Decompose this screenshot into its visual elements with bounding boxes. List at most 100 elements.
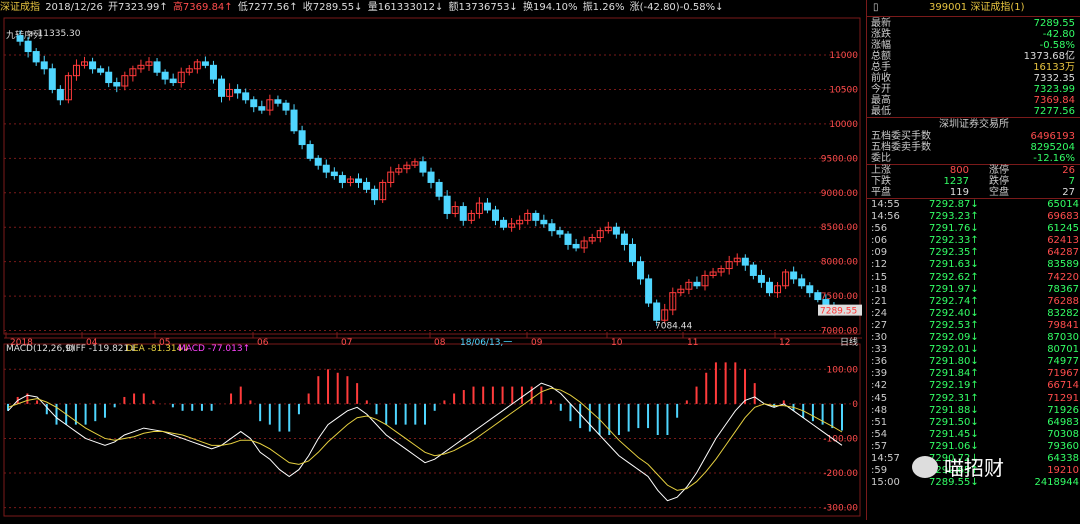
candle-body [419, 161, 427, 173]
tick-time: :36 [871, 356, 888, 368]
tick-time: :12 [871, 259, 888, 271]
quote-row: 涨跌 -42.80 [867, 29, 1080, 40]
header-low: 低7277.56↑ [237, 2, 298, 13]
price-tick-label: 10000 [829, 120, 858, 130]
breadth-label: 上涨 [871, 165, 891, 176]
tick-volume: 80701 [1047, 344, 1079, 356]
candle-body [548, 223, 556, 232]
candle-body [242, 92, 250, 101]
breadth-limit-count: 27 [1062, 187, 1075, 198]
candle-body [201, 61, 209, 66]
tick-time: :56 [871, 223, 888, 235]
tick-time: 14:57 [871, 452, 900, 464]
header-high: 高7369.84↑ [172, 2, 233, 13]
order-rows: 五档委买手数 6496193 五档委卖手数 8295204 委比 -12.16% [867, 131, 1080, 164]
header-turnover: 换194.10% [523, 2, 578, 13]
breadth-limit-label: 跌停 [989, 176, 1009, 187]
quote-row-value: 1373.68亿 [1023, 51, 1075, 62]
tick-row: :12 7291.63↓ 83589 [867, 259, 1080, 271]
candle-body [105, 71, 113, 84]
candle-body [612, 226, 620, 235]
tick-price: 7291.50↓ [929, 416, 979, 428]
candle-body [628, 243, 636, 263]
candle-body [645, 278, 653, 304]
tick-price: 7291.63↓ [929, 259, 979, 271]
tick-price: 7292.74↑ [929, 295, 979, 307]
candle-body [500, 219, 508, 228]
candle-body [540, 219, 548, 225]
candle-body [637, 261, 645, 280]
header-change: 涨(-42.80)-0.58%↓ [629, 2, 724, 13]
tick-volume: 61245 [1047, 223, 1079, 235]
panel-icon[interactable]: ▯ [873, 0, 879, 16]
candle-body [653, 302, 661, 321]
price-tick-label: 9000.00 [821, 189, 858, 199]
candle-body [40, 61, 48, 70]
price-tick-label: 11000 [829, 51, 858, 61]
candle-body [16, 35, 24, 42]
tick-volume: 71291 [1047, 392, 1079, 404]
quote-row-label: 总手 [871, 62, 891, 73]
candle-body [693, 281, 701, 287]
candle-body [274, 99, 282, 104]
tick-row: :09 7292.35↑ 64287 [867, 247, 1080, 259]
header-date: 2018/12/26 [45, 2, 103, 13]
breadth-limit-label: 空盘 [989, 187, 1009, 198]
candle-body [322, 164, 330, 173]
tick-row: :39 7291.84↑ 71967 [867, 368, 1080, 380]
breadth-row: 上涨 800 涨停 26 [867, 165, 1080, 176]
candle-body [161, 71, 169, 80]
tick-volume: 78367 [1047, 283, 1079, 295]
candle-body [798, 278, 806, 287]
tick-row: :33 7292.01↓ 80701 [867, 344, 1080, 356]
candle-body [97, 68, 105, 73]
tick-time: :33 [871, 344, 888, 356]
tick-price: 7292.35↑ [929, 247, 979, 259]
tick-time: :21 [871, 295, 888, 307]
quote-row-value: -0.58% [1039, 40, 1075, 51]
high-annotation: ←11335.30 [30, 29, 81, 39]
candle-body [741, 257, 749, 266]
candle-body [24, 40, 32, 53]
tick-price: 7292.09↓ [929, 332, 979, 344]
candle-body [306, 144, 314, 159]
tick-price: 7291.76↓ [929, 223, 979, 235]
tick-price: 7291.97↓ [929, 283, 979, 295]
price-tick-label: 7000.00 [821, 327, 858, 337]
breadth-label: 下跌 [871, 176, 891, 187]
chart-area[interactable]: 11000 10500 10000 9500.00 9000.00 8500.00 8000… [0, 16, 864, 520]
tick-time: :54 [871, 428, 888, 440]
tick-time: 15:00 [871, 477, 900, 489]
date-tick-label: 10 [611, 338, 623, 348]
tick-volume: 69683 [1047, 211, 1079, 223]
order-row-value: 8295204 [1030, 142, 1075, 153]
tick-time: 14:56 [871, 211, 900, 223]
low-annotation: 7084.44 [655, 322, 692, 332]
candle-body [234, 88, 242, 94]
order-row-value: -12.16% [1033, 153, 1075, 164]
tick-volume: 66714 [1047, 380, 1079, 392]
candle-body [290, 109, 298, 132]
quote-row-value: -42.80 [1042, 29, 1075, 40]
tick-row: :30 7292.09↓ 87030 [867, 332, 1080, 344]
candle-body [483, 202, 491, 211]
period-label[interactable]: 日线 [840, 336, 858, 348]
tick-row: :45 7292.31↑ 71291 [867, 393, 1080, 405]
candle-body [338, 175, 346, 183]
chart-canvas[interactable]: 11000 10500 10000 9500.00 9000.00 8500.00 8000… [0, 16, 864, 520]
tick-time: :51 [871, 416, 888, 428]
candle-body [491, 209, 499, 221]
quote-row: 总手 16133万 [867, 62, 1080, 73]
tick-row: :18 7291.97↓ 78367 [867, 284, 1080, 296]
tick-volume: 79841 [1047, 319, 1079, 331]
tick-price: 7291.45↓ [929, 428, 979, 440]
candle-body [572, 243, 580, 249]
tick-row: :15 7292.62↑ 74220 [867, 272, 1080, 284]
quote-row: 最新 7289.55 [867, 18, 1080, 29]
panel-title: 399001 深证成指(1) [929, 2, 1025, 13]
candle-body [443, 195, 451, 214]
tick-time: :15 [871, 271, 888, 283]
tick-time: :48 [871, 404, 888, 416]
tick-list[interactable]: 14:55 7292.87↓ 65014 14:56 7293.23↑ 69683:56 7… [867, 198, 1080, 489]
tick-row: 14:55 7292.87↓ 65014 [867, 199, 1080, 211]
